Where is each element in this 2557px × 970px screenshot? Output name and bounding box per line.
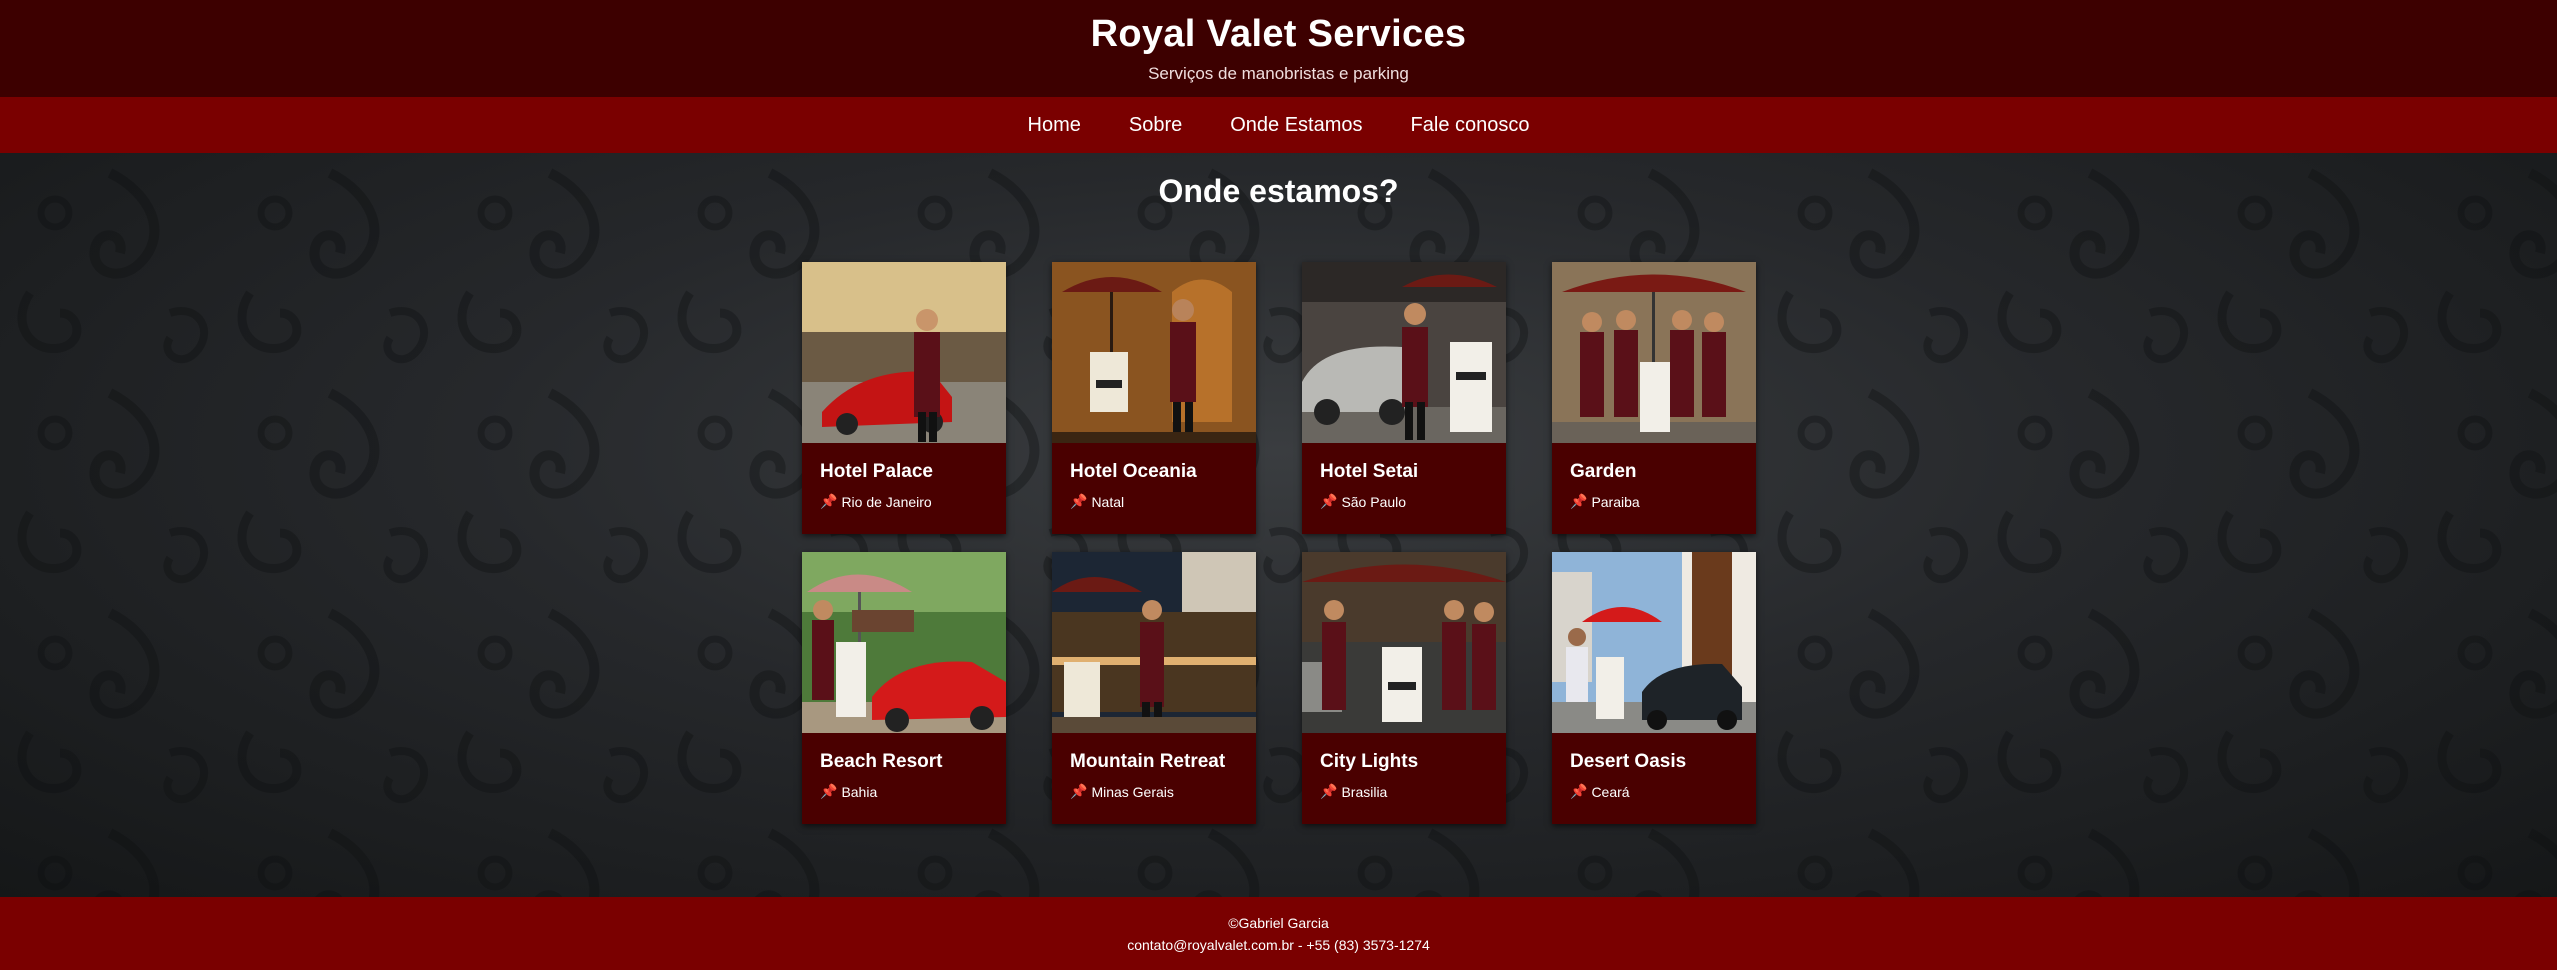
nav-home[interactable]: Home bbox=[1028, 114, 1081, 137]
location-name: Mountain Retreat bbox=[1070, 751, 1226, 772]
location-card[interactable]: Hotel Setai 📌 São Paulo bbox=[1302, 262, 1506, 534]
location-card[interactable]: Hotel Palace 📌 Rio de Janeiro bbox=[802, 262, 1006, 534]
location-city: São Paulo bbox=[1341, 493, 1407, 510]
pin-icon: 📌 bbox=[1070, 493, 1088, 509]
location-photo bbox=[1052, 552, 1256, 733]
location-photo bbox=[1552, 552, 1756, 733]
location-card[interactable]: Beach Resort 📌 Bahia bbox=[802, 552, 1006, 824]
location-city: Bahia bbox=[841, 783, 878, 800]
pin-icon: 📌 bbox=[1320, 493, 1338, 509]
location-name: City Lights bbox=[1320, 751, 1419, 772]
footer-contact: contato@royalvalet.com.br - +55 (83) 357… bbox=[1127, 936, 1430, 953]
pin-icon: 📌 bbox=[820, 493, 838, 509]
section-heading: Onde estamos? bbox=[1158, 173, 1399, 209]
pin-icon: 📌 bbox=[1570, 493, 1588, 509]
location-photo bbox=[802, 552, 1006, 733]
pin-icon: 📌 bbox=[1070, 783, 1088, 799]
location-photo bbox=[802, 262, 1006, 443]
location-photo bbox=[1302, 552, 1506, 733]
location-card[interactable]: City Lights 📌 Brasilia bbox=[1302, 552, 1506, 824]
pin-icon: 📌 bbox=[1570, 783, 1588, 799]
pin-icon: 📌 bbox=[1320, 783, 1338, 799]
locations-grid: Hotel Palace 📌 Rio de Janeiro Hotel Ocea… bbox=[802, 262, 1756, 824]
locations-section: Onde estamos? Hotel Palace 📌 Rio de Jane… bbox=[0, 153, 2557, 897]
location-card[interactable]: Mountain Retreat 📌 Minas Gerais bbox=[1052, 552, 1256, 824]
location-city: Paraiba bbox=[1591, 493, 1640, 510]
site-title: Royal Valet Services bbox=[1090, 13, 1467, 55]
location-name: Hotel Oceania bbox=[1070, 461, 1197, 482]
nav-sobre[interactable]: Sobre bbox=[1129, 114, 1182, 137]
footer-copyright: ©Gabriel Garcia bbox=[1228, 914, 1329, 931]
location-card[interactable]: Garden 📌 Paraiba bbox=[1552, 262, 1756, 534]
main-nav: Home Sobre Onde Estamos Fale conosco bbox=[0, 97, 2557, 153]
location-city: Natal bbox=[1091, 493, 1125, 510]
location-name: Hotel Setai bbox=[1320, 461, 1419, 482]
location-card[interactable]: Hotel Oceania 📌 Natal bbox=[1052, 262, 1256, 534]
location-name: Desert Oasis bbox=[1570, 751, 1687, 772]
location-card[interactable]: Desert Oasis 📌 Ceará bbox=[1552, 552, 1756, 824]
location-name: Garden bbox=[1570, 461, 1637, 482]
location-city: Brasilia bbox=[1341, 783, 1388, 800]
location-city: Ceará bbox=[1591, 783, 1630, 800]
site-subtitle: Serviços de manobristas e parking bbox=[1148, 64, 1409, 83]
location-photo bbox=[1302, 262, 1506, 443]
nav-fale-conosco[interactable]: Fale conosco bbox=[1411, 114, 1530, 137]
site-header: Royal Valet Services Serviços de manobri… bbox=[0, 0, 2557, 97]
pin-icon: 📌 bbox=[820, 783, 838, 799]
location-city: Rio de Janeiro bbox=[841, 493, 932, 510]
location-photo bbox=[1552, 262, 1756, 443]
nav-onde-estamos[interactable]: Onde Estamos bbox=[1230, 114, 1362, 137]
location-name: Hotel Palace bbox=[820, 461, 933, 482]
location-city: Minas Gerais bbox=[1091, 783, 1174, 800]
location-photo bbox=[1052, 262, 1256, 443]
site-footer: ©Gabriel Garcia contato@royalvalet.com.b… bbox=[0, 897, 2557, 970]
location-name: Beach Resort bbox=[820, 751, 943, 772]
